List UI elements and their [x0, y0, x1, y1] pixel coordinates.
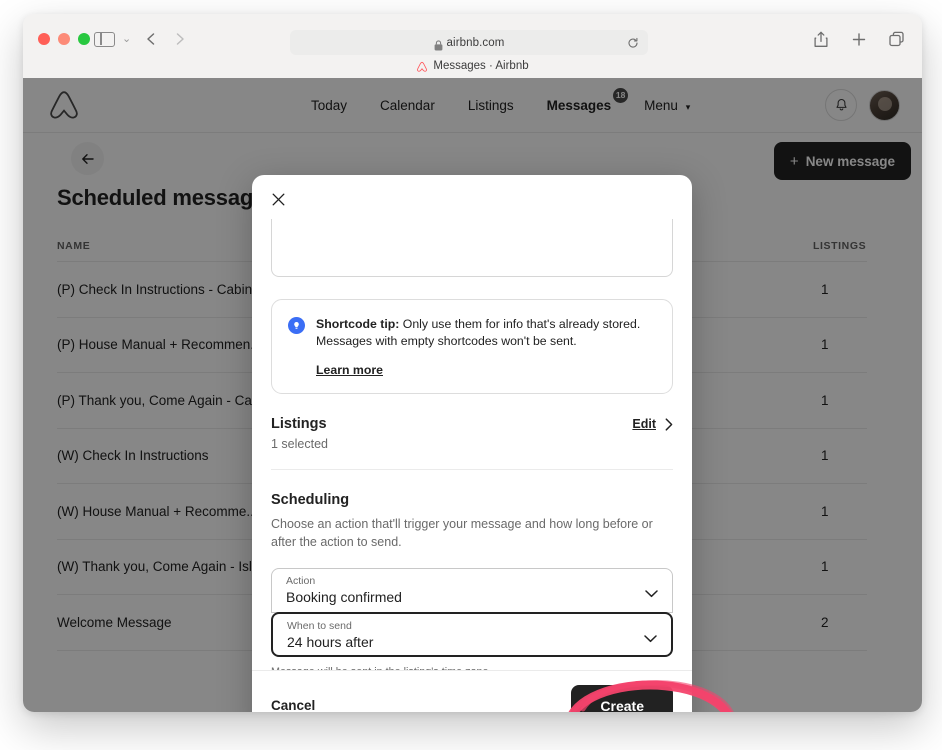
- modal-footer: Cancel Create: [252, 670, 692, 712]
- lightbulb-icon: [288, 317, 305, 334]
- create-scheduled-message-modal: Shortcode tip: Only use them for info th…: [252, 175, 692, 712]
- message-textarea[interactable]: [271, 219, 673, 277]
- action-select-value: Booking confirmed: [286, 589, 402, 605]
- scheduling-description: Choose an action that'll trigger your me…: [271, 517, 653, 549]
- chevron-down-icon: [645, 585, 658, 598]
- shortcode-tip-prefix: Shortcode tip:: [316, 317, 400, 331]
- lock-icon: [434, 38, 442, 50]
- scheduling-section-header: Scheduling: [271, 492, 673, 508]
- browser-toolbar: ⌄ airbnb.com Messages · Airbnb: [23, 14, 922, 78]
- maximize-window-button[interactable]: [78, 33, 90, 45]
- chevron-down-icon[interactable]: ⌄: [122, 34, 131, 45]
- tab-title[interactable]: Messages · Airbnb: [433, 60, 528, 72]
- forward-navigation-button[interactable]: [172, 31, 188, 47]
- address-bar[interactable]: airbnb.com: [290, 30, 648, 55]
- when-to-send-label: When to send: [287, 620, 352, 632]
- toolbar-right-actions: [813, 31, 905, 48]
- create-button[interactable]: Create: [571, 684, 673, 712]
- listings-edit-label: Edit: [632, 417, 656, 431]
- browser-window: ⌄ airbnb.com Messages · Airbnb Today Cal…: [23, 14, 922, 712]
- listings-selected-count: 1 selected: [271, 437, 328, 451]
- close-window-button[interactable]: [38, 33, 50, 45]
- chevron-down-icon: [644, 630, 657, 643]
- share-icon[interactable]: [813, 31, 829, 48]
- url-text: airbnb.com: [446, 36, 505, 49]
- page-viewport: Today Calendar Listings Messages 18 Menu…: [23, 78, 922, 712]
- shortcode-tip-text: Shortcode tip: Only use them for info th…: [316, 316, 656, 379]
- cancel-button[interactable]: Cancel: [271, 698, 315, 712]
- airbnb-favicon-icon: [416, 60, 428, 72]
- scheduling-selects: Action Booking confirmed When to send 24…: [271, 568, 673, 657]
- new-tab-plus-icon[interactable]: [851, 31, 867, 48]
- reload-icon[interactable]: [627, 36, 639, 48]
- listings-title: Listings: [271, 416, 327, 432]
- modal-body: Shortcode tip: Only use them for info th…: [252, 175, 692, 670]
- window-controls: [38, 33, 90, 45]
- tab-strip: Messages · Airbnb: [23, 54, 922, 78]
- shortcode-tip-card: Shortcode tip: Only use them for info th…: [271, 299, 673, 394]
- action-select[interactable]: Action Booking confirmed: [271, 568, 673, 613]
- timezone-note: Message will be sent in the listing's ti…: [271, 666, 673, 670]
- when-to-send-select[interactable]: When to send 24 hours after: [271, 612, 673, 657]
- scheduling-title: Scheduling: [271, 492, 350, 508]
- minimize-window-button[interactable]: [58, 33, 70, 45]
- sidebar-toggle-icon[interactable]: [94, 32, 115, 47]
- tab-overview-icon[interactable]: [889, 31, 905, 48]
- action-select-label: Action: [286, 575, 316, 587]
- back-navigation-button[interactable]: [143, 31, 159, 47]
- section-divider: [271, 469, 673, 470]
- chevron-right-icon: [665, 417, 673, 431]
- learn-more-link[interactable]: Learn more: [316, 362, 383, 379]
- when-to-send-value: 24 hours after: [287, 634, 374, 650]
- listings-section-header: Listings Edit: [271, 416, 673, 432]
- listings-edit-button[interactable]: Edit: [632, 417, 673, 431]
